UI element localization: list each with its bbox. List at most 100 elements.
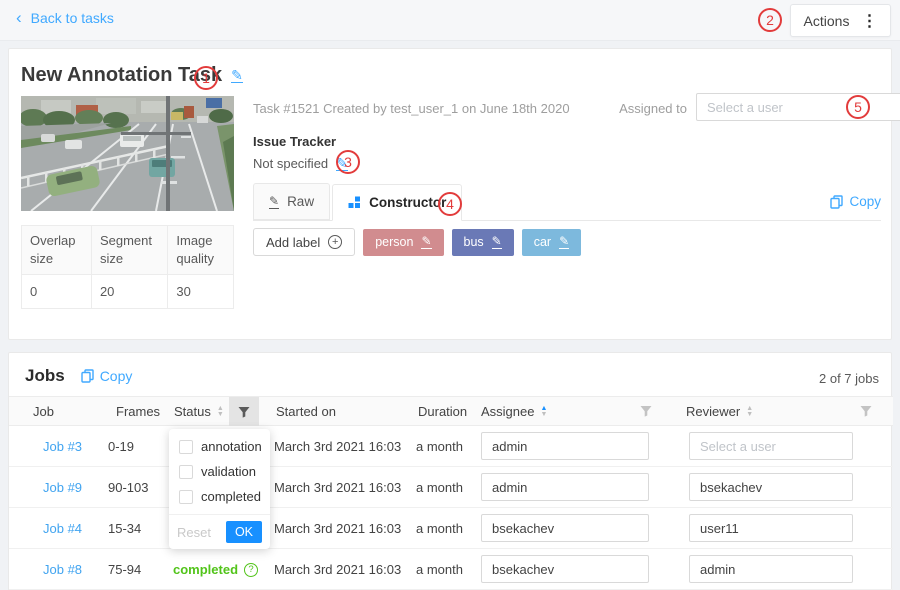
- edit-title-icon[interactable]: ✎: [231, 69, 243, 83]
- raw-tab-label: Raw: [287, 194, 314, 209]
- jobs-title: Jobs: [25, 366, 65, 386]
- validation-checkbox[interactable]: [179, 465, 193, 479]
- back-to-tasks-link[interactable]: ‹ Back to tasks: [16, 10, 114, 26]
- annotation-checkbox[interactable]: [179, 440, 193, 454]
- job-row-9: Job #9 90-103 March 3rd 2021 16:03 a mon…: [9, 467, 893, 508]
- job-9-link[interactable]: Job #9: [43, 480, 82, 495]
- jobs-header-row: Jobs Copy: [25, 366, 132, 386]
- assignee-filter-button[interactable]: [640, 405, 652, 420]
- label-chip-car-text: car: [534, 235, 551, 249]
- back-label: Back to tasks: [31, 10, 114, 26]
- completed-checkbox[interactable]: [179, 490, 193, 504]
- col-assignee[interactable]: Assignee ▲▼: [481, 404, 547, 419]
- jobs-copy-link[interactable]: Copy: [81, 368, 133, 384]
- col-started: Started on: [276, 404, 336, 419]
- label-chip-person[interactable]: person ✎: [363, 229, 443, 256]
- annotation-mark-4: 4: [438, 192, 462, 216]
- col-job: Job: [33, 404, 54, 419]
- jobs-table-header: Job Frames Status ▲▼ Started on Duration…: [9, 396, 893, 426]
- job-3-assignee-input[interactable]: [481, 432, 649, 460]
- tab-raw[interactable]: ✎ Raw: [253, 183, 330, 220]
- question-circle-icon[interactable]: ?: [244, 563, 258, 577]
- col-assignee-label: Assignee: [481, 404, 534, 419]
- col-reviewer-label: Reviewer: [686, 404, 740, 419]
- edit-label-person-icon[interactable]: ✎: [421, 235, 431, 249]
- job-4-duration: a month: [416, 521, 463, 536]
- job-9-reviewer-input[interactable]: [689, 473, 853, 501]
- more-icon: ⋮: [861, 11, 877, 31]
- param-value-overlap: 0: [22, 275, 92, 309]
- job-4-link[interactable]: Job #4: [43, 521, 82, 536]
- job-4-frames: 15-34: [108, 521, 141, 536]
- job-8-reviewer-input[interactable]: [689, 555, 853, 583]
- job-4-assignee-input[interactable]: [481, 514, 649, 542]
- assignee-sort-icon[interactable]: ▲▼: [540, 406, 547, 418]
- label-chip-bus-text: bus: [464, 235, 484, 249]
- status-sort-icon[interactable]: ▲▼: [217, 406, 224, 418]
- param-header-overlap: Overlap size: [22, 226, 92, 275]
- col-status[interactable]: Status ▲▼: [174, 404, 224, 419]
- annotation-mark-3: 3: [336, 150, 360, 174]
- job-8-duration: a month: [416, 562, 463, 577]
- filter-option-completed[interactable]: completed: [169, 484, 270, 509]
- col-status-label: Status: [174, 404, 211, 419]
- job-3-reviewer-input[interactable]: [689, 432, 853, 460]
- back-arrow-icon: ‹: [16, 11, 22, 25]
- task-title: New Annotation Task: [21, 64, 222, 87]
- status-filter-button[interactable]: [229, 397, 259, 426]
- job-3-link[interactable]: Job #3: [43, 439, 82, 454]
- job-row-4: Job #4 15-34 March 3rd 2021 16:03 a mont…: [9, 508, 893, 549]
- edit-label-bus-icon[interactable]: ✎: [492, 235, 502, 249]
- job-3-duration: a month: [416, 439, 463, 454]
- filter-ok-button[interactable]: OK: [226, 521, 262, 543]
- filter-icon: [860, 405, 872, 417]
- add-label-text: Add label: [266, 235, 320, 250]
- task-meta: Task #1521 Created by test_user_1 on Jun…: [253, 101, 570, 116]
- assigned-to-label: Assigned to: [605, 101, 687, 116]
- copy-icon: [830, 195, 843, 209]
- task-preview-image: [21, 96, 234, 211]
- reviewer-filter-button[interactable]: [860, 405, 872, 420]
- labels-tab-bar: ✎ Raw Constructor Copy: [253, 183, 881, 221]
- label-chip-bus[interactable]: bus ✎: [452, 229, 514, 256]
- job-3-frames: 0-19: [108, 439, 134, 454]
- job-row-3: Job #3 0-19 March 3rd 2021 16:03 a month: [9, 426, 893, 467]
- actions-button[interactable]: Actions ⋮: [790, 4, 891, 37]
- raw-tab-icon: ✎: [269, 195, 279, 209]
- add-label-button[interactable]: Add label +: [253, 228, 355, 256]
- job-4-reviewer-input[interactable]: [689, 514, 853, 542]
- plus-circle-icon: +: [328, 235, 342, 249]
- col-frames: Frames: [116, 404, 160, 419]
- annotation-mark-1: 1: [194, 66, 218, 90]
- annotation-option-label: annotation: [201, 439, 262, 454]
- task-params-table: Overlap size Segment size Image quality …: [21, 225, 234, 309]
- task-card: New Annotation Task ✎ 1: [8, 48, 892, 340]
- job-9-duration: a month: [416, 480, 463, 495]
- job-9-assignee-input[interactable]: [481, 473, 649, 501]
- job-9-frames: 90-103: [108, 480, 148, 495]
- labels-copy-link[interactable]: Copy: [830, 194, 881, 209]
- edit-label-car-icon[interactable]: ✎: [559, 235, 569, 249]
- annotation-mark-2: 2: [758, 8, 782, 32]
- validation-option-label: validation: [201, 464, 256, 479]
- filter-reset-button[interactable]: Reset: [177, 525, 211, 540]
- reviewer-sort-icon[interactable]: ▲▼: [746, 406, 753, 418]
- label-chip-car[interactable]: car ✎: [522, 229, 581, 256]
- annotation-mark-5: 5: [846, 95, 870, 119]
- filter-footer: Reset OK: [169, 514, 270, 549]
- filter-option-annotation[interactable]: annotation: [169, 434, 270, 459]
- filter-option-validation[interactable]: validation: [169, 459, 270, 484]
- col-reviewer[interactable]: Reviewer ▲▼: [686, 404, 753, 419]
- param-header-quality: Image quality: [168, 226, 234, 275]
- job-8-assignee-input[interactable]: [481, 555, 649, 583]
- job-9-started: March 3rd 2021 16:03: [274, 480, 401, 495]
- jobs-copy-label: Copy: [100, 368, 133, 384]
- jobs-card: Jobs Copy 2 of 7 jobs Job Frames Status …: [8, 352, 892, 590]
- col-duration: Duration: [418, 404, 467, 419]
- job-8-link[interactable]: Job #8: [43, 562, 82, 577]
- filter-icon: [238, 406, 250, 418]
- label-chip-person-text: person: [375, 235, 413, 249]
- constructor-tab-label: Constructor: [369, 195, 446, 210]
- job-8-frames: 75-94: [108, 562, 141, 577]
- job-8-status-text: completed: [173, 562, 238, 577]
